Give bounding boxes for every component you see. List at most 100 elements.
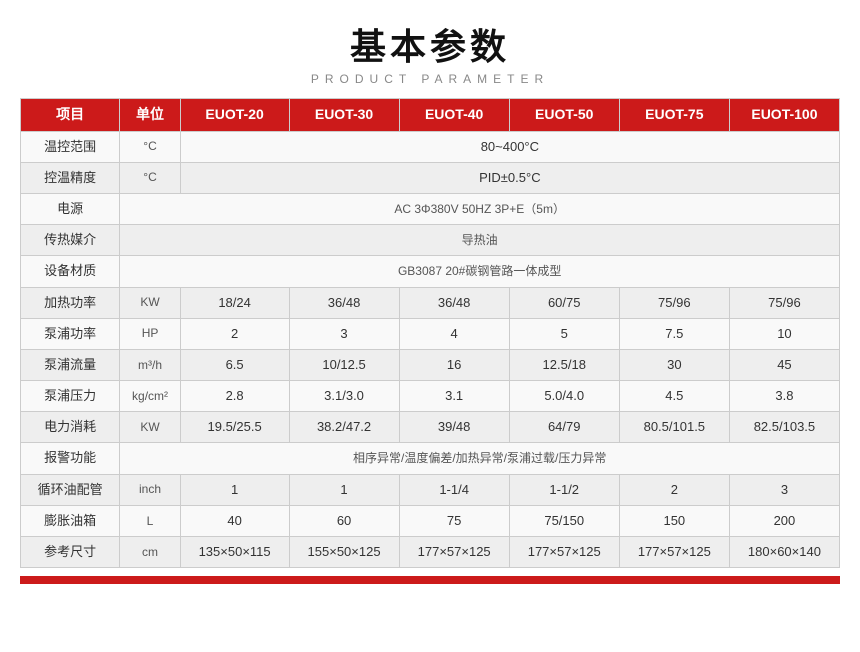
row-label: 参考尺寸 [21,537,120,568]
col-header-3: EUOT-30 [289,99,399,132]
row-value: 相序异常/温度偏差/加热异常/泵浦过载/压力异常 [120,443,840,474]
row-unit: °C [120,162,180,193]
table-row: 温控范围 °C 80~400°C [21,131,840,162]
row-value: 1 [180,474,289,505]
row-value: 10/12.5 [289,349,399,380]
row-value: 7.5 [619,318,729,349]
row-value: 5.0/4.0 [509,381,619,412]
row-value: 75/96 [619,287,729,318]
params-table: 项目 单位 EUOT-20 EUOT-30 EUOT-40 EUOT-50 EU… [20,98,840,568]
page-wrapper: 基本参数 PRODUCT PARAMETER 项目 单位 EUOT-20 EUO… [0,0,860,594]
row-value: 38.2/47.2 [289,412,399,443]
row-label: 电源 [21,193,120,224]
row-value: 16 [399,349,509,380]
row-value: 60 [289,505,399,536]
row-value: 2 [180,318,289,349]
row-value: 75/96 [729,287,839,318]
row-value: 1-1/4 [399,474,509,505]
row-value: 19.5/25.5 [180,412,289,443]
table-row: 泵浦压力 kg/cm² 2.8 3.1/3.0 3.1 5.0/4.0 4.5 … [21,381,840,412]
table-row: 参考尺寸 cm 135×50×115 155×50×125 177×57×125… [21,537,840,568]
col-header-2: EUOT-20 [180,99,289,132]
row-value: 39/48 [399,412,509,443]
col-header-4: EUOT-40 [399,99,509,132]
row-value: 3.8 [729,381,839,412]
row-value: 150 [619,505,729,536]
row-value: 82.5/103.5 [729,412,839,443]
row-label: 电力消耗 [21,412,120,443]
row-value: 80.5/101.5 [619,412,729,443]
title-section: 基本参数 PRODUCT PARAMETER [20,18,840,86]
row-value: 6.5 [180,349,289,380]
row-value: 80~400°C [180,131,839,162]
row-unit: inch [120,474,180,505]
row-label: 膨胀油箱 [21,505,120,536]
row-value: 3.1/3.0 [289,381,399,412]
table-row: 膨胀油箱 L 40 60 75 75/150 150 200 [21,505,840,536]
table-row: 电源 AC 3Φ380V 50HZ 3P+E（5m） [21,193,840,224]
row-value: 60/75 [509,287,619,318]
row-value: 180×60×140 [729,537,839,568]
row-value: 18/24 [180,287,289,318]
table-row: 循环油配管 inch 1 1 1-1/4 1-1/2 2 3 [21,474,840,505]
row-value: 3.1 [399,381,509,412]
row-value: 64/79 [509,412,619,443]
row-unit: KW [120,412,180,443]
row-label: 报警功能 [21,443,120,474]
row-value: 36/48 [399,287,509,318]
row-unit: °C [120,131,180,162]
row-value: 2 [619,474,729,505]
bottom-bar [20,576,840,584]
row-label: 温控范围 [21,131,120,162]
row-value: 155×50×125 [289,537,399,568]
row-value: 1-1/2 [509,474,619,505]
row-value: 75 [399,505,509,536]
row-value: 36/48 [289,287,399,318]
row-value: 30 [619,349,729,380]
row-value: 177×57×125 [619,537,729,568]
row-value: 75/150 [509,505,619,536]
row-label: 控温精度 [21,162,120,193]
row-value: 3 [729,474,839,505]
row-value: AC 3Φ380V 50HZ 3P+E（5m） [120,193,840,224]
row-value: PID±0.5°C [180,162,839,193]
row-value: 2.8 [180,381,289,412]
row-label: 泵浦压力 [21,381,120,412]
row-value: 导热油 [120,225,840,256]
row-unit: HP [120,318,180,349]
row-label: 传热媒介 [21,225,120,256]
row-value: 10 [729,318,839,349]
row-label: 加热功率 [21,287,120,318]
table-row: 电力消耗 KW 19.5/25.5 38.2/47.2 39/48 64/79 … [21,412,840,443]
row-label: 泵浦功率 [21,318,120,349]
col-header-6: EUOT-75 [619,99,729,132]
table-row: 控温精度 °C PID±0.5°C [21,162,840,193]
table-row: 泵浦功率 HP 2 3 4 5 7.5 10 [21,318,840,349]
row-value: 4.5 [619,381,729,412]
table-row: 加热功率 KW 18/24 36/48 36/48 60/75 75/96 75… [21,287,840,318]
row-value: 40 [180,505,289,536]
sub-title: PRODUCT PARAMETER [20,72,840,86]
table-row: 传热媒介 导热油 [21,225,840,256]
row-value: 5 [509,318,619,349]
table-row: 泵浦流量 m³/h 6.5 10/12.5 16 12.5/18 30 45 [21,349,840,380]
row-value: 177×57×125 [509,537,619,568]
table-row: 报警功能 相序异常/温度偏差/加热异常/泵浦过载/压力异常 [21,443,840,474]
row-value: 1 [289,474,399,505]
row-value: 135×50×115 [180,537,289,568]
row-value: GB3087 20#碳钢管路一体成型 [120,256,840,287]
row-label: 泵浦流量 [21,349,120,380]
main-title: 基本参数 [20,18,840,70]
row-label: 设备材质 [21,256,120,287]
col-header-5: EUOT-50 [509,99,619,132]
col-header-0: 项目 [21,99,120,132]
row-value: 4 [399,318,509,349]
row-unit: m³/h [120,349,180,380]
row-value: 45 [729,349,839,380]
row-unit: cm [120,537,180,568]
row-label: 循环油配管 [21,474,120,505]
table-row: 设备材质 GB3087 20#碳钢管路一体成型 [21,256,840,287]
table-header-row: 项目 单位 EUOT-20 EUOT-30 EUOT-40 EUOT-50 EU… [21,99,840,132]
col-header-1: 单位 [120,99,180,132]
row-unit: kg/cm² [120,381,180,412]
